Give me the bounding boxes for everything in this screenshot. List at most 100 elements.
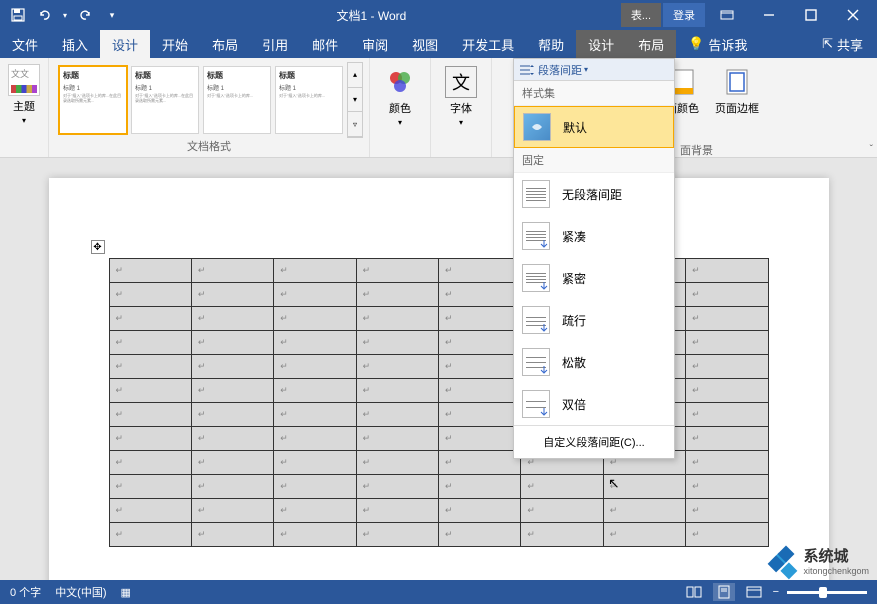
view-print-button[interactable] (713, 583, 735, 601)
dd-item-double[interactable]: 双倍 (514, 383, 674, 425)
table-cell[interactable]: ↵ (439, 331, 521, 355)
table-cell[interactable]: ↵ (439, 451, 521, 475)
table-cell[interactable]: ↵ (274, 475, 356, 499)
table-cell[interactable]: ↵ (686, 355, 768, 379)
table-cell[interactable]: ↵ (274, 499, 356, 523)
table-cell[interactable]: ↵ (686, 523, 768, 547)
colors-button[interactable]: 颜色▾ (376, 62, 424, 131)
tab-table-layout[interactable]: 布局 (626, 30, 676, 58)
tab-file[interactable]: 文件 (0, 30, 50, 58)
status-wordcount[interactable]: 0 个字 (10, 584, 41, 600)
table-cell[interactable]: ↵ (274, 283, 356, 307)
table-cell[interactable]: ↵ (686, 307, 768, 331)
dd-item-none[interactable]: 无段落间距 (514, 173, 674, 215)
table-cell[interactable]: ↵ (521, 475, 603, 499)
undo-more[interactable]: ▾ (60, 5, 70, 25)
undo-button[interactable] (34, 5, 54, 25)
table-cell[interactable]: ↵ (274, 379, 356, 403)
table-cell[interactable]: ↵ (191, 427, 273, 451)
table-cell[interactable]: ↵ (191, 259, 273, 283)
table-cell[interactable]: ↵ (274, 451, 356, 475)
tab-start[interactable]: 开始 (150, 30, 200, 58)
tab-devtools[interactable]: 开发工具 (450, 30, 526, 58)
collapse-ribbon-button[interactable]: ˇ (870, 144, 873, 155)
table-cell[interactable]: ↵ (109, 379, 191, 403)
page-border-button[interactable]: 页面边框 (707, 62, 767, 153)
table-cell[interactable]: ↵ (439, 427, 521, 451)
minimize-button[interactable] (749, 0, 789, 30)
table-cell[interactable]: ↵ (191, 523, 273, 547)
dd-item-relaxed[interactable]: 松散 (514, 341, 674, 383)
ribbon-display-button[interactable] (707, 0, 747, 30)
view-read-button[interactable] (683, 583, 705, 601)
table-cell[interactable]: ↵ (191, 283, 273, 307)
style-gallery[interactable]: 标题标题 1对于"插入"选项卡上的库...在此目录选取所需元素... 标题标题 … (55, 62, 347, 138)
table-cell[interactable]: ↵ (191, 475, 273, 499)
dd-custom-spacing[interactable]: 自定义段落间距(C)... (514, 425, 674, 458)
themes-button[interactable]: 主题 ▾ (6, 62, 42, 127)
table-cell[interactable]: ↵ (109, 451, 191, 475)
tab-reference[interactable]: 引用 (250, 30, 300, 58)
zoom-slider[interactable] (787, 591, 867, 594)
qat-customize[interactable]: ▾ (102, 5, 122, 25)
table-cell[interactable]: ↵ (109, 427, 191, 451)
view-web-button[interactable] (743, 583, 765, 601)
table-cell[interactable]: ↵ (356, 307, 438, 331)
table-cell[interactable]: ↵ (109, 283, 191, 307)
table-cell[interactable]: ↵ (191, 451, 273, 475)
table-cell[interactable]: ↵ (686, 259, 768, 283)
document-area[interactable]: ✥ ↵↵↵↵↵↵↵↵↵↵↵↵↵↵↵↵↵↵↵↵↵↵↵↵↵↵↵↵↵↵↵↵↵↵↵↵↵↵… (0, 158, 877, 580)
table-cell[interactable]: ↵ (686, 427, 768, 451)
tab-design[interactable]: 设计 (100, 30, 150, 58)
table-cell[interactable]: ↵ (439, 475, 521, 499)
table-cell[interactable]: ↵ (109, 307, 191, 331)
table-cell[interactable]: ↵ (274, 331, 356, 355)
save-button[interactable] (8, 5, 28, 25)
table-cell[interactable]: ↵ (191, 331, 273, 355)
table-cell[interactable]: ↵ (356, 403, 438, 427)
spacing-button-header[interactable]: 段落间距▾ (514, 59, 674, 81)
table-cell[interactable]: ↵ (686, 475, 768, 499)
table-cell[interactable]: ↵ (521, 499, 603, 523)
table-cell[interactable]: ↵ (274, 427, 356, 451)
table-cell[interactable]: ↵ (439, 499, 521, 523)
table-cell[interactable]: ↵ (603, 499, 685, 523)
table-cell[interactable]: ↵ (109, 523, 191, 547)
table-cell[interactable]: ↵ (274, 259, 356, 283)
table-cell[interactable]: ↵ (686, 451, 768, 475)
style-item-1[interactable]: 标题标题 1对于"插入"选项卡上的库...在此目录选取所需元素... (131, 66, 199, 134)
redo-button[interactable] (76, 5, 96, 25)
table-cell[interactable]: ↵ (439, 283, 521, 307)
table-cell[interactable]: ↵ (274, 523, 356, 547)
tab-table-design[interactable]: 设计 (576, 30, 626, 58)
table-cell[interactable]: ↵ (356, 523, 438, 547)
login-button[interactable]: 登录 (663, 3, 705, 27)
table-cell[interactable]: ↵ (109, 259, 191, 283)
fonts-button[interactable]: 文 字体▾ (437, 62, 485, 131)
tab-layout[interactable]: 布局 (200, 30, 250, 58)
table-cell[interactable]: ↵ (686, 331, 768, 355)
dd-item-default[interactable]: 默认 (514, 106, 674, 148)
zoom-out-button[interactable]: − (773, 586, 779, 598)
dd-item-tight[interactable]: 紧密 (514, 257, 674, 299)
gallery-scroll[interactable]: ▴▾▿ (347, 62, 363, 138)
close-button[interactable] (833, 0, 873, 30)
tab-view[interactable]: 视图 (400, 30, 450, 58)
tab-mail[interactable]: 邮件 (300, 30, 350, 58)
table-cell[interactable]: ↵ (686, 499, 768, 523)
style-item-0[interactable]: 标题标题 1对于"插入"选项卡上的库...在此目录选取所需元素... (59, 66, 127, 134)
table-cell[interactable]: ↵ (686, 403, 768, 427)
table-cell[interactable]: ↵ (686, 283, 768, 307)
tab-help[interactable]: 帮助 (526, 30, 576, 58)
table-cell[interactable]: ↵ (356, 283, 438, 307)
table-cell[interactable]: ↵ (274, 307, 356, 331)
table-cell[interactable]: ↵ (356, 475, 438, 499)
style-item-3[interactable]: 标题标题 1对于"插入"选项卡上的库... (275, 66, 343, 134)
table-cell[interactable]: ↵ (191, 355, 273, 379)
table-cell[interactable]: ↵ (191, 403, 273, 427)
table-cell[interactable]: ↵ (109, 403, 191, 427)
table-cell[interactable]: ↵ (686, 379, 768, 403)
table-cell[interactable]: ↵ (356, 259, 438, 283)
table-cell[interactable]: ↵ (109, 499, 191, 523)
table-cell[interactable]: ↵ (356, 331, 438, 355)
